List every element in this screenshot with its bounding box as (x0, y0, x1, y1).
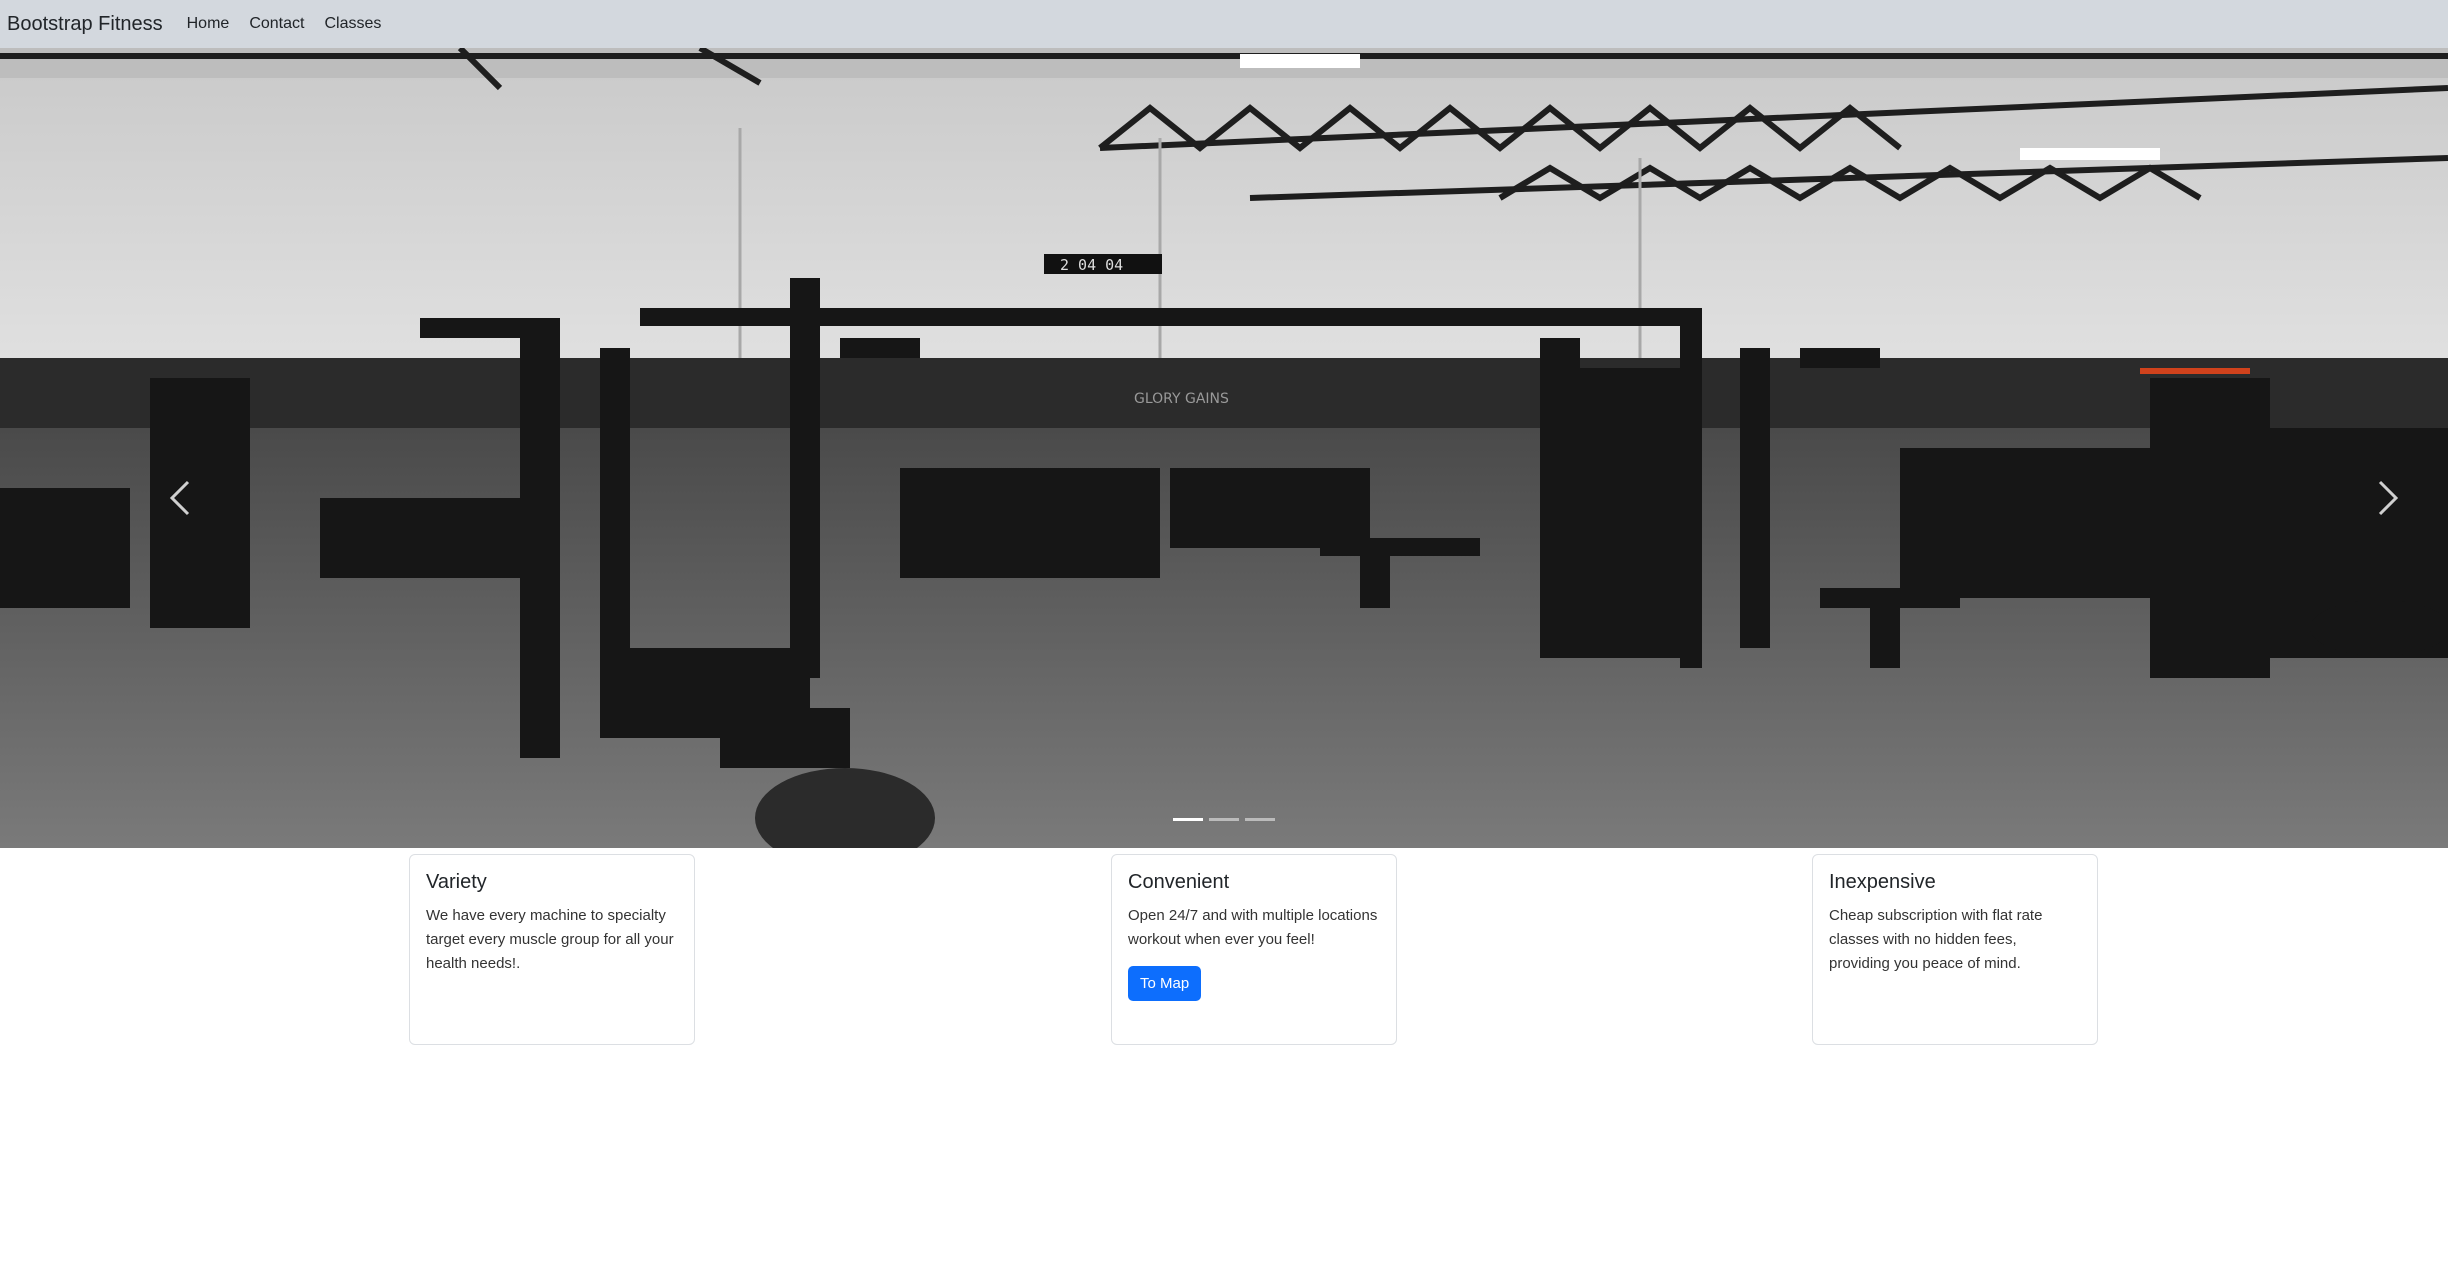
nav-link-contact[interactable]: Contact (249, 15, 304, 33)
chevron-right-icon (2378, 480, 2399, 516)
brand-link[interactable]: Bootstrap Fitness (7, 13, 163, 36)
card-convenient: Convenient Open 24/7 and with multiple l… (1111, 854, 1397, 1045)
card-title: Convenient (1128, 871, 1230, 893)
carousel-indicator-2[interactable] (1209, 818, 1239, 821)
nav-link-home[interactable]: Home (187, 15, 230, 33)
gym-clock-text: 2 04 04 (1060, 256, 1123, 274)
to-map-button[interactable]: To Map (1128, 966, 1202, 1001)
card-inexpensive: Inexpensive Cheap subscription with flat… (1812, 854, 2098, 1045)
card-text: We have every machine to specialty targe… (426, 907, 674, 972)
card-text: Open 24/7 and with multiple locations wo… (1128, 907, 1378, 948)
carousel-next-button[interactable] (2358, 458, 2418, 538)
carousel-indicators (0, 818, 2448, 821)
carousel-indicator-1[interactable] (1173, 818, 1203, 821)
carousel-prev-button[interactable] (150, 458, 210, 538)
hero-carousel: 2 04 04 GLORY GAINS (0, 48, 2448, 848)
card-title: Variety (426, 871, 487, 893)
nav-links: Home Contact Classes (179, 15, 394, 33)
gym-wall-sign: GLORY GAINS (1134, 391, 1229, 407)
carousel-indicator-3[interactable] (1245, 818, 1275, 821)
navbar: Bootstrap Fitness Home Contact Classes (0, 0, 2448, 48)
gym-photo: 2 04 04 GLORY GAINS (0, 48, 2448, 848)
card-text: Cheap subscription with flat rate classe… (1829, 907, 2043, 972)
nav-link-classes[interactable]: Classes (324, 15, 381, 33)
card-title: Inexpensive (1829, 871, 1936, 893)
card-variety: Variety We have every machine to special… (409, 854, 695, 1045)
chevron-left-icon (169, 480, 190, 516)
